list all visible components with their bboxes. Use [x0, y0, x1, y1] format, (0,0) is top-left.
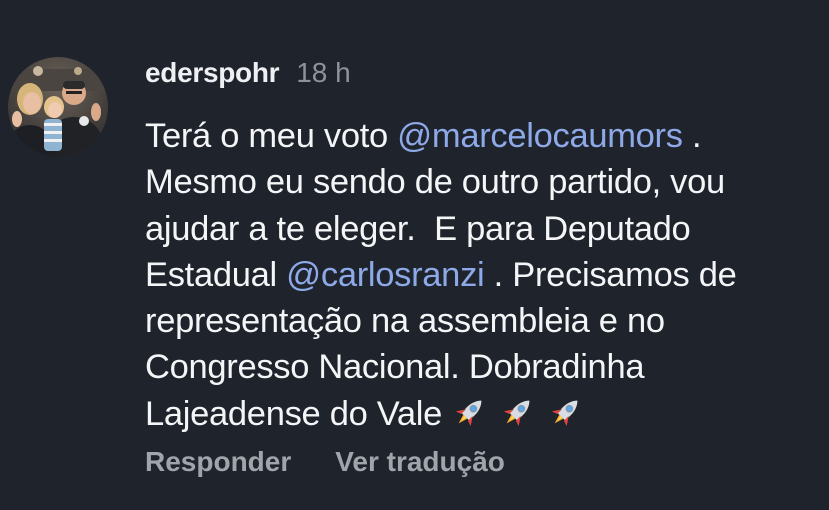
- comment-actions: Responder Ver tradução: [145, 446, 505, 478]
- comment-line: Lajeadense do Vale: [145, 391, 825, 437]
- rocket-icon: [451, 393, 489, 431]
- text-segment: . Precisamos de: [484, 255, 737, 294]
- timestamp: 18 h: [296, 57, 351, 88]
- comment-line: Mesmo eu sendo de outro partido, vou: [145, 163, 725, 202]
- rocket-icon: [499, 393, 537, 431]
- comment-line: representação na assembleia e no: [145, 302, 665, 341]
- username[interactable]: ederspohr: [145, 57, 280, 89]
- text-segment: Lajeadense do Vale: [145, 394, 452, 433]
- comment: ederspohr 18 h Terá o meu voto @marceloc…: [0, 0, 829, 510]
- mention-link[interactable]: @marcelocaumors: [397, 117, 683, 155]
- rocket-icon: [547, 393, 585, 431]
- comment-line: Estadual @carlosranzi . Precisamos de: [145, 252, 825, 298]
- mention-link[interactable]: @carlosranzi: [286, 256, 485, 294]
- comment-text: Terá o meu voto @marcelocaumors . Mesmo …: [145, 113, 825, 437]
- comment-line: Terá o meu voto @marcelocaumors .: [145, 113, 825, 159]
- avatar[interactable]: [8, 57, 108, 157]
- text-segment: .: [682, 117, 702, 155]
- reply-button[interactable]: Responder: [145, 446, 291, 478]
- comment-header: ederspohr 18 h: [145, 53, 351, 93]
- comment-line: ajudar a te eleger. E para Deputado: [145, 209, 691, 248]
- avatar-photo-icon: [8, 57, 108, 157]
- text-segment: Estadual: [145, 255, 287, 294]
- translate-button[interactable]: Ver tradução: [335, 446, 505, 478]
- text-segment: Terá o meu voto: [145, 117, 398, 155]
- comment-line: Congresso Nacional. Dobradinha: [145, 348, 645, 387]
